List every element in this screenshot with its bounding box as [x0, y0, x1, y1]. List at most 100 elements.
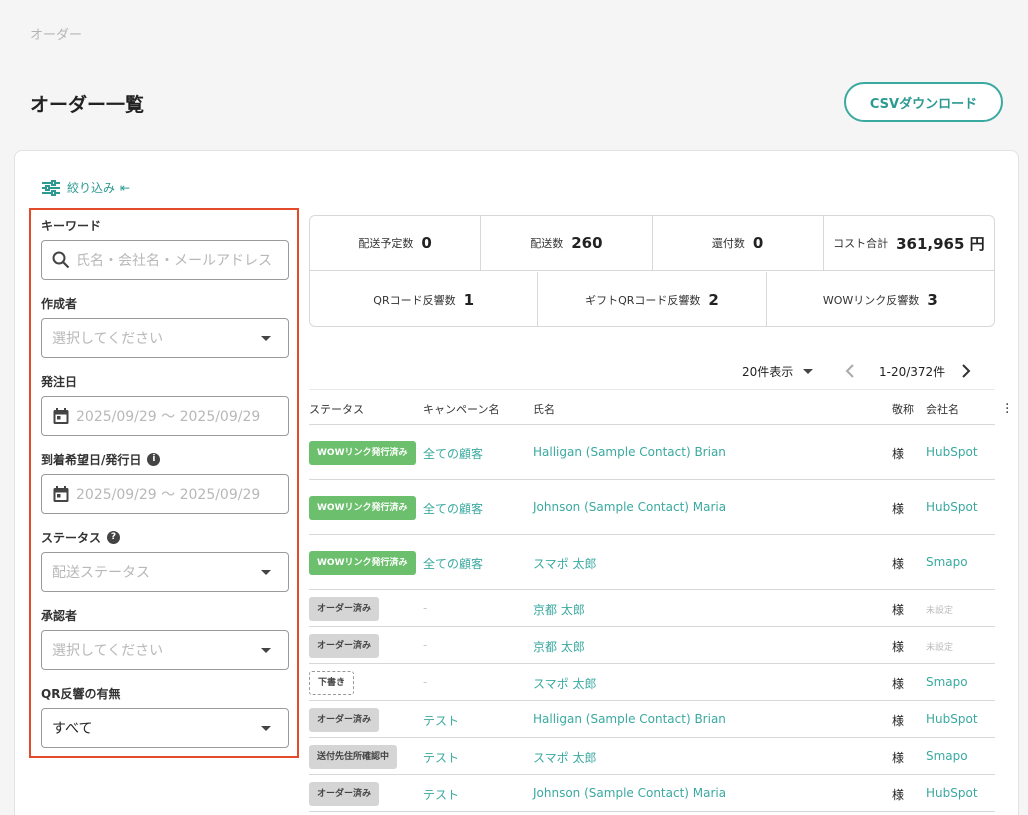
- csv-download-button[interactable]: CSVダウンロード: [844, 82, 1003, 122]
- honorific: 様: [892, 677, 905, 691]
- honorific: 様: [892, 447, 905, 461]
- qr-label: QR反響の有無: [41, 686, 121, 701]
- status-label: ステータス ?: [41, 528, 289, 546]
- creator-select[interactable]: 選択してください: [41, 318, 289, 358]
- contact-name-link[interactable]: スマポ 太郎: [533, 555, 596, 572]
- contact-name-link[interactable]: Johnson (Sample Contact) Maria: [533, 500, 726, 514]
- keyword-placeholder: 氏名・会社名・メールアドレス: [76, 253, 272, 269]
- campaign-link[interactable]: テスト: [423, 786, 459, 803]
- stat-label: ギフトQRコード反響数: [585, 293, 701, 307]
- next-page-button[interactable]: [961, 361, 971, 381]
- stat-cost-total: コスト合計 361,965 円: [824, 216, 994, 270]
- company-link[interactable]: Smapo: [926, 555, 968, 569]
- more-options-icon[interactable]: · · ·: [1005, 398, 1009, 420]
- table-row[interactable]: オーダー済み テスト Johnson (Sample Contact) Maria 様…: [309, 775, 995, 812]
- campaign-link: -: [423, 675, 428, 689]
- stat-delivered: 配送数 260: [481, 216, 653, 270]
- table-row[interactable]: オーダー済み - 京都 太郎 様 未設定: [309, 627, 995, 664]
- chevron-down-icon: [803, 368, 814, 374]
- contact-name-link[interactable]: Johnson (Sample Contact) Maria: [533, 786, 726, 800]
- table-row[interactable]: 下書き - スマポ 太郎 様 Smapo: [309, 664, 995, 701]
- header-company[interactable]: 会社名: [926, 401, 959, 417]
- creator-label: 作成者: [41, 296, 78, 311]
- contact-name-link[interactable]: スマポ 太郎: [533, 675, 596, 692]
- company-link[interactable]: HubSpot: [926, 500, 978, 514]
- stat-label: 還付数: [711, 237, 745, 250]
- page-title: オーダー一覧: [30, 94, 145, 116]
- table-row[interactable]: WOWリンク発行済み 全ての顧客 スマポ 太郎 様 Smapo: [309, 535, 995, 590]
- company-link[interactable]: HubSpot: [926, 445, 978, 459]
- calendar-icon: [52, 407, 70, 425]
- approver-select[interactable]: 選択してください: [41, 630, 289, 670]
- stat-wow-link-responses: WOWリンク反響数 3: [767, 272, 994, 326]
- status-badge: オーダー済み: [309, 633, 380, 658]
- company-link[interactable]: HubSpot: [926, 712, 978, 726]
- company-link[interactable]: Smapo: [926, 749, 968, 763]
- per-page-select[interactable]: 20件表示: [742, 361, 814, 381]
- stat-refunded: 還付数 0: [653, 216, 824, 270]
- info-icon[interactable]: i: [147, 452, 161, 466]
- stat-value: 2: [708, 290, 719, 309]
- table-row[interactable]: オーダー済み テスト Halligan (Sample Contact) Brian…: [309, 701, 995, 738]
- prev-page-button[interactable]: [845, 361, 855, 381]
- stat-scheduled: 配送予定数 0: [310, 216, 482, 270]
- order-date-input[interactable]: 2025/09/29 〜 2025/09/29: [41, 396, 289, 436]
- company-link[interactable]: HubSpot: [926, 786, 978, 800]
- campaign-link[interactable]: 全ての顧客: [423, 500, 483, 517]
- table-row[interactable]: WOWリンク発行済み 全ての顧客 Halligan (Sample Contact)…: [309, 425, 995, 480]
- header-status[interactable]: ステータス: [309, 401, 364, 417]
- filter-toggle-button[interactable]: 絞り込み ⇤: [41, 179, 130, 196]
- honorific: 様: [892, 502, 905, 516]
- table-header: ステータス キャンペーン名 氏名 敬称 会社名: [309, 389, 995, 425]
- table-row[interactable]: オーダー済み - 京都 太郎 様 未設定: [309, 590, 995, 627]
- campaign-link: -: [423, 601, 428, 615]
- stat-label: 配送数: [530, 237, 564, 250]
- contact-name-link[interactable]: 京都 太郎: [533, 601, 585, 618]
- breadcrumb[interactable]: オーダー: [30, 24, 82, 43]
- campaign-link[interactable]: 全ての顧客: [423, 555, 483, 572]
- status-badge: 下書き: [309, 670, 355, 695]
- help-icon[interactable]: ?: [107, 530, 121, 544]
- status-badge: WOWリンク発行済み: [309, 440, 416, 465]
- keyword-input[interactable]: 氏名・会社名・メールアドレス: [41, 240, 289, 280]
- status-badge: オーダー済み: [309, 596, 380, 621]
- stats-row: QRコード反響数 1 ギフトQRコード反響数 2 WOWリンク反響数 3: [310, 272, 994, 326]
- arrival-date-input[interactable]: 2025/09/29 〜 2025/09/29: [41, 474, 289, 514]
- search-icon: [52, 251, 70, 269]
- calendar-icon: [52, 485, 70, 503]
- keyword-filter: キーワード 氏名・会社名・メールアドレス: [41, 216, 289, 280]
- page-range: 1-20/372件: [879, 364, 946, 379]
- header-honorific[interactable]: 敬称: [892, 401, 914, 417]
- campaign-link[interactable]: テスト: [423, 712, 459, 729]
- honorific: 様: [892, 640, 905, 654]
- contact-name-link[interactable]: Halligan (Sample Contact) Brian: [533, 445, 726, 459]
- company-link[interactable]: Smapo: [926, 675, 968, 689]
- contact-name-link[interactable]: 京都 太郎: [533, 638, 585, 655]
- table-row[interactable]: 送付先住所確認中 テスト スマポ 太郎 様 Smapo: [309, 738, 995, 775]
- contact-name-link[interactable]: スマポ 太郎: [533, 749, 596, 766]
- qr-select[interactable]: すべて: [41, 708, 289, 748]
- header-campaign[interactable]: キャンペーン名: [423, 401, 499, 417]
- status-badge: WOWリンク発行済み: [309, 495, 416, 520]
- filter-panel: キーワード 氏名・会社名・メールアドレス 作成者 選択してください 発注日 20: [29, 208, 299, 758]
- stat-gift-qr-responses: ギフトQRコード反響数 2: [538, 272, 767, 326]
- campaign-link[interactable]: テスト: [423, 749, 459, 766]
- chevron-right-icon: [962, 364, 971, 378]
- chevron-down-icon: [261, 336, 271, 341]
- stat-value: 0: [752, 234, 764, 252]
- stat-value: 3: [927, 290, 938, 309]
- status-filter: ステータス ? 配送ステータス: [41, 528, 289, 592]
- filter-toggle-label: 絞り込み: [67, 181, 116, 195]
- contact-name-link[interactable]: Halligan (Sample Contact) Brian: [533, 712, 726, 726]
- status-select[interactable]: 配送ステータス: [41, 552, 289, 592]
- honorific: 様: [892, 751, 905, 765]
- header-name[interactable]: 氏名: [533, 401, 555, 417]
- stat-value: 361,965 円: [896, 234, 985, 253]
- creator-placeholder: 選択してください: [52, 331, 164, 347]
- arrival-date-value: 2025/09/29 〜 2025/09/29: [76, 487, 261, 503]
- order-date-value: 2025/09/29 〜 2025/09/29: [76, 409, 261, 425]
- qr-filter: QR反響の有無 すべて: [41, 684, 289, 748]
- campaign-link[interactable]: 全ての顧客: [423, 445, 483, 462]
- table-row[interactable]: WOWリンク発行済み 全ての顧客 Johnson (Sample Contact) …: [309, 480, 995, 535]
- chevron-down-icon: [261, 726, 271, 731]
